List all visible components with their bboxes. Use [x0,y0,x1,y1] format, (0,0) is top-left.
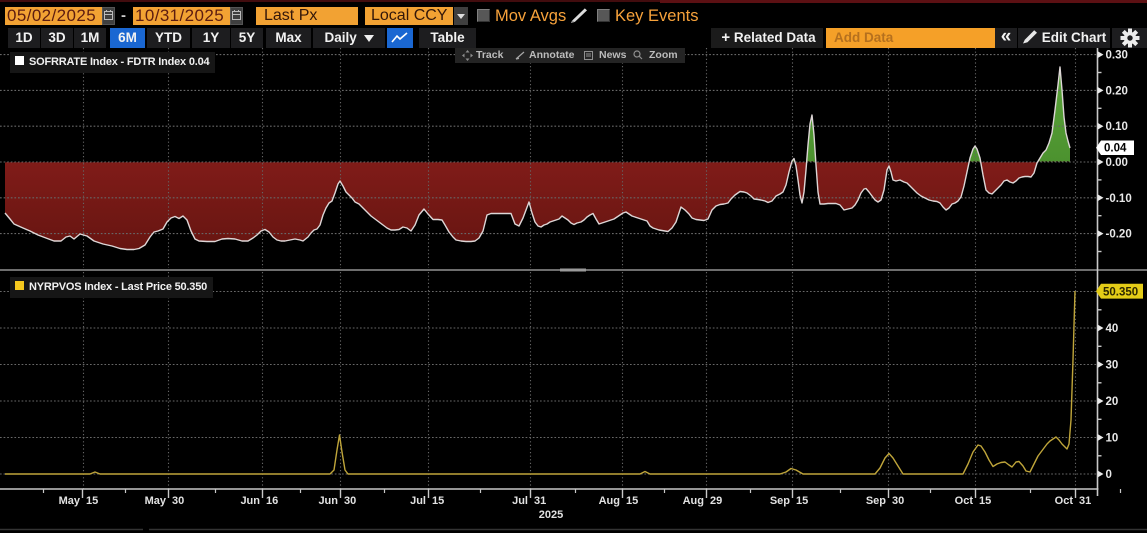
svg-text:31: 31 [1079,495,1091,507]
svg-text:15: 15 [979,495,991,507]
svg-text:0.20: 0.20 [1106,85,1128,97]
svg-text:10: 10 [1106,433,1119,445]
svg-text:15: 15 [432,495,444,507]
svg-text:Aug: Aug [599,495,620,507]
svg-text:-0.10: -0.10 [1106,193,1132,205]
svg-text:40: 40 [1106,323,1119,335]
svg-text:Sep: Sep [866,495,886,507]
svg-text:16: 16 [266,495,278,507]
svg-text:29: 29 [710,495,722,507]
svg-text:0: 0 [1106,469,1112,481]
svg-text:Sep: Sep [770,495,790,507]
svg-text:2025: 2025 [539,509,563,521]
svg-text:Oct: Oct [955,495,974,507]
svg-text:May: May [145,495,167,507]
svg-text:30: 30 [1106,360,1119,372]
svg-text:Jul: Jul [410,495,426,507]
svg-text:-0.20: -0.20 [1106,229,1132,241]
svg-text:Jun: Jun [318,495,338,507]
svg-text:50.350: 50.350 [1103,286,1138,298]
svg-text:15: 15 [626,495,638,507]
svg-text:30: 30 [344,495,356,507]
svg-text:May: May [59,495,81,507]
svg-text:Jul: Jul [512,495,528,507]
svg-text:30: 30 [892,495,904,507]
svg-text:0.10: 0.10 [1106,121,1128,133]
svg-text:20: 20 [1106,396,1119,408]
svg-text:Jun: Jun [240,495,260,507]
svg-text:Oct: Oct [1055,495,1074,507]
svg-text:15: 15 [796,495,808,507]
svg-text:31: 31 [534,495,546,507]
svg-text:0.00: 0.00 [1106,157,1128,169]
svg-text:0.30: 0.30 [1106,50,1128,62]
svg-text:30: 30 [172,495,184,507]
svg-text:Aug: Aug [683,495,704,507]
svg-text:15: 15 [86,495,98,507]
svg-text:0.04: 0.04 [1104,143,1127,155]
